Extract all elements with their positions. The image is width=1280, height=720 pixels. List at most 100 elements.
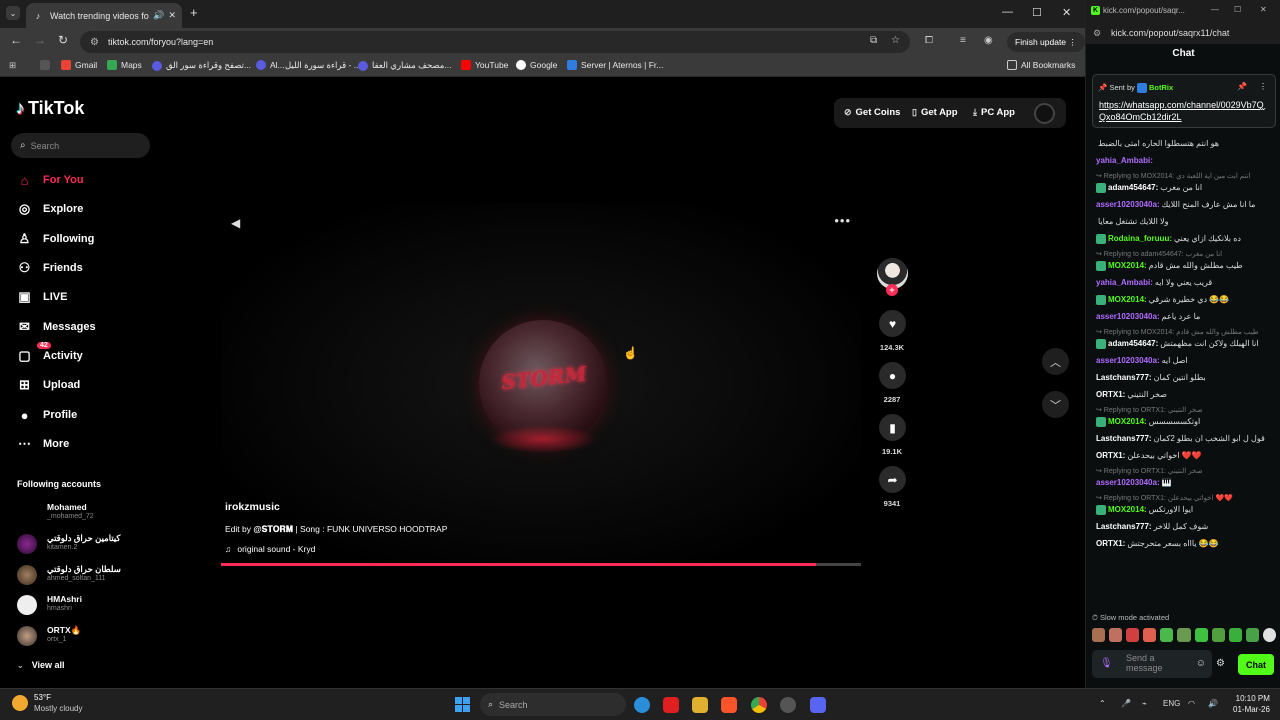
- all-bookmarks[interactable]: All Bookmarks: [1007, 60, 1075, 70]
- chat-message[interactable]: هو انتم هتسطلوا الحاره امتى بالضبط: [1096, 138, 1276, 149]
- discord-icon[interactable]: [810, 697, 826, 713]
- chat-username[interactable]: Lastchans777:: [1096, 522, 1152, 531]
- following-account[interactable]: ORTX🔥 ortx_1: [17, 624, 157, 648]
- video-progress-bar[interactable]: [221, 563, 861, 566]
- taskbar-search[interactable]: ⌕ Search: [480, 693, 626, 716]
- share-button[interactable]: ➦: [879, 466, 906, 493]
- chat-message[interactable]: asser10203040a: ما انا مش عارف المنح اللا…: [1096, 199, 1276, 210]
- maximize-button[interactable]: ☐: [1032, 6, 1042, 19]
- chat-username[interactable]: yahia_Ambabi:: [1096, 156, 1153, 165]
- chat-message[interactable]: ORTX1: اخواتي بيحدعلن ❤️❤️: [1096, 450, 1276, 461]
- next-video-button[interactable]: ﹀: [1042, 391, 1069, 418]
- desc-mention[interactable]: @𝐒𝐓𝐎𝐑𝐌: [253, 524, 293, 534]
- bookmark-quran-4[interactable]: مصحف مشاري العفا...: [358, 60, 451, 71]
- emote-icon[interactable]: [1245, 628, 1259, 642]
- nav-activity[interactable]: ▢ 42 Activity: [16, 341, 83, 368]
- video-player[interactable]: ◀ ••• STORM ☝: [221, 203, 861, 565]
- bookmark-maps[interactable]: Maps: [107, 60, 142, 70]
- like-button[interactable]: ♥: [879, 310, 906, 337]
- chat-username[interactable]: asser10203040a:: [1096, 356, 1160, 365]
- emote-icon[interactable]: [1143, 628, 1157, 642]
- nav-for-you[interactable]: ⌂ For You: [16, 168, 84, 192]
- chat-username[interactable]: Lastchans777:: [1096, 373, 1152, 382]
- wifi-icon[interactable]: ◠: [1188, 699, 1195, 708]
- install-app-icon[interactable]: ⧉: [870, 35, 877, 46]
- bookmark-youtube[interactable]: YouTube: [461, 60, 508, 70]
- more-options-icon[interactable]: •••: [834, 213, 851, 228]
- pinned-link[interactable]: https://whatsapp.com/channel/0029Vb7QQxo…: [1099, 99, 1269, 123]
- bookmark-quran-3[interactable]: قراءة سورة الليل - ...: [285, 60, 361, 71]
- following-account[interactable]: HMAshri hmashri: [17, 593, 157, 617]
- tiktok-logo[interactable]: ♪ TikTok: [16, 98, 84, 119]
- follow-plus-icon[interactable]: +: [886, 284, 898, 296]
- chat-message[interactable]: MOX2014: ايوا الاورتكس: [1096, 504, 1276, 515]
- pin-toggle-icon[interactable]: 📌: [1237, 82, 1247, 91]
- chat-username[interactable]: asser10203040a:: [1096, 200, 1160, 209]
- volume-tray-icon[interactable]: 🔊: [1208, 699, 1218, 708]
- chat-message[interactable]: ORTX1: ياااه بسعر متحرجتش 😂😂: [1096, 538, 1276, 549]
- emote-icon[interactable]: [1211, 628, 1225, 642]
- chat-message[interactable]: Lastchans777: بطلو انتين كمان: [1096, 372, 1276, 383]
- emote-icon[interactable]: [1109, 628, 1123, 642]
- site-info-icon[interactable]: ⚙: [1093, 28, 1101, 39]
- audio-playing-icon[interactable]: 🔊: [153, 10, 164, 21]
- message-input[interactable]: 🎙 Send a message ☺: [1092, 650, 1212, 678]
- following-account[interactable]: سلطان حراق دلوقتي ahmed_soltan_111: [17, 563, 157, 587]
- emote-icon[interactable]: [1262, 628, 1277, 642]
- chat-message[interactable]: adam454647: انا الهبلك ولاكن انت مظهمتش: [1096, 338, 1276, 349]
- emote-icon[interactable]: [1160, 628, 1174, 642]
- chat-message[interactable]: Lastchans777: قول ل ابو الشخب ان بطلو 2كم…: [1096, 433, 1276, 444]
- chat-message[interactable]: MOX2014: دي خطيرة شرقي 😂😂: [1096, 294, 1276, 305]
- following-account[interactable]: Mohamed _mohamed_72: [17, 501, 157, 525]
- site-info-icon[interactable]: ⚙: [90, 37, 99, 48]
- edge-icon[interactable]: [634, 697, 650, 713]
- video-author[interactable]: irokzmusic: [225, 501, 280, 513]
- nav-explore[interactable]: ◎ Explore: [16, 197, 84, 221]
- chat-message[interactable]: asser10203040a: اصل ايه: [1096, 355, 1276, 366]
- chat-username[interactable]: ORTX1:: [1096, 539, 1125, 548]
- nav-profile[interactable]: ● Profile: [16, 403, 78, 427]
- bookmark-gmail[interactable]: Gmail: [61, 60, 97, 70]
- tab-close-icon[interactable]: ✕: [168, 10, 176, 21]
- profile-avatar-icon[interactable]: ◉: [984, 35, 993, 46]
- pinned-more-icon[interactable]: ⋮: [1259, 82, 1267, 91]
- emote-icon[interactable]: [1092, 628, 1106, 642]
- nav-more[interactable]: ⋯ More: [16, 432, 69, 456]
- maximize-button[interactable]: ☐: [1234, 5, 1241, 14]
- nav-messages[interactable]: ✉ Messages: [16, 315, 96, 339]
- forward-button[interactable]: →: [34, 33, 46, 47]
- new-tab-button[interactable]: +: [190, 6, 198, 20]
- chat-username[interactable]: MOX2014:: [1108, 417, 1147, 426]
- chat-username[interactable]: ORTX1:: [1096, 390, 1125, 399]
- media-controls-icon[interactable]: ≡: [960, 35, 966, 46]
- reload-button[interactable]: ↻: [58, 33, 68, 47]
- user-avatar[interactable]: [1034, 103, 1055, 124]
- chat-message[interactable]: Lastchans777: شوف كمل للاخر: [1096, 521, 1276, 532]
- comment-button[interactable]: ●: [879, 362, 906, 389]
- chat-message[interactable]: asser10203040a: 🎹: [1096, 477, 1276, 488]
- emote-icon[interactable]: [1228, 628, 1242, 642]
- tray-mic-icon[interactable]: 🎤: [1121, 699, 1131, 708]
- chat-message[interactable]: ORTX1: صخر النتيني: [1096, 389, 1276, 400]
- nav-upload[interactable]: ⊞ Upload: [16, 373, 80, 397]
- chat-message[interactable]: Rodaina_foruuu: ده بلانكيك ازاي يعني: [1096, 233, 1276, 244]
- chat-settings-gear-icon[interactable]: ⚙: [1216, 658, 1225, 669]
- chat-username[interactable]: yahia_Ambabi:: [1096, 278, 1153, 287]
- chat-message[interactable]: MOX2014: اوتكسسسسس: [1096, 416, 1276, 427]
- tray-chevron-up-icon[interactable]: ⌃: [1099, 699, 1106, 708]
- microphone-icon[interactable]: 🎙: [1100, 658, 1113, 669]
- chat-message[interactable]: ولا اللايك تشتغل معايا: [1096, 216, 1276, 227]
- input-language[interactable]: ENG: [1163, 699, 1180, 708]
- chat-message[interactable]: yahia_Ambabi:: [1096, 155, 1276, 166]
- view-all-link[interactable]: ⌄ View all: [17, 660, 65, 670]
- finish-update-button[interactable]: Finish update ⋮: [1007, 32, 1085, 52]
- bookmark-star-icon[interactable]: ☆: [891, 35, 900, 46]
- get-coins-button[interactable]: ⊘ Get Coins: [844, 107, 900, 118]
- get-app-button[interactable]: ▯ Get App: [912, 107, 958, 118]
- volume-icon[interactable]: ◀: [231, 216, 240, 230]
- nav-live[interactable]: ▣ LIVE: [16, 285, 67, 309]
- system-clock[interactable]: 10:10 PM 01-Mar-26: [1233, 693, 1270, 715]
- send-chat-button[interactable]: Chat: [1238, 654, 1274, 675]
- emote-icon[interactable]: [1126, 628, 1140, 642]
- chrome-icon[interactable]: [751, 697, 767, 713]
